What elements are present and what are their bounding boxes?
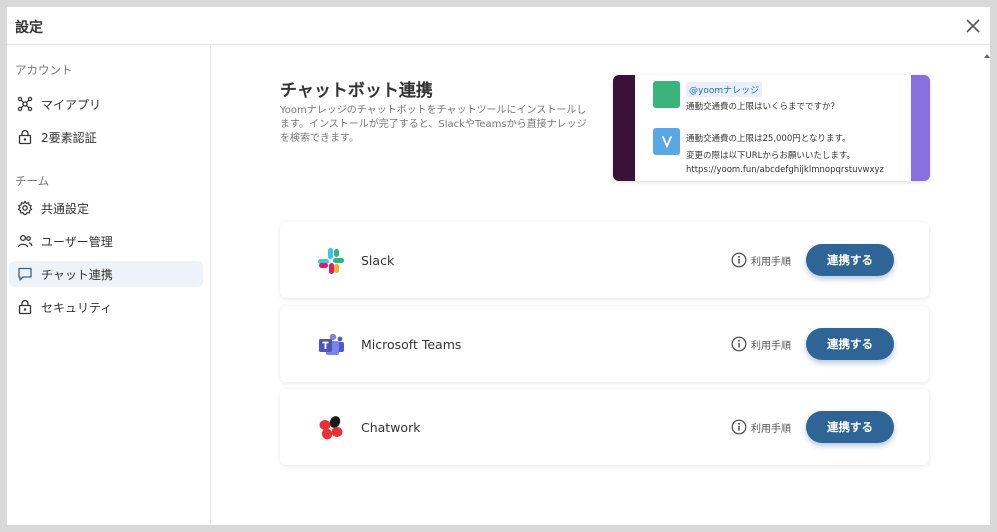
sidebar-item-security[interactable]: セキュリティ	[9, 294, 203, 320]
sidebar-item-2fa[interactable]: 2要素認証	[9, 124, 203, 150]
help-link-label: 利用手順	[751, 423, 791, 435]
integration-card-teams: Microsoft Teams 利用手順 連携する	[280, 306, 929, 382]
sidebar-item-chat-integration[interactable]: チャット連携	[9, 261, 203, 287]
sidebar-item-my-apps[interactable]: マイアプリ	[9, 91, 203, 117]
connect-button-chatwork[interactable]: 連携する	[806, 411, 894, 443]
preview-answer-url: https://yoom.fun/abcdefghijklmnopqrstuvw…	[686, 165, 885, 175]
microsoft-teams-logo-icon	[319, 333, 344, 355]
preview-teams-sidebar	[911, 75, 930, 181]
sidebar-item-label: ユーザー管理	[41, 234, 113, 249]
preview-mention: @yoomナレッジ	[686, 82, 763, 97]
sidebar-item-label: チャット連携	[41, 267, 113, 282]
scroll-up-arrow-icon[interactable]	[984, 54, 990, 58]
page-description: Yoomナレッジのチャットボットをチャットツールにインストールします。インストー…	[280, 105, 587, 144]
main-content: チャットボット連携 Yoomナレッジのチャットボットをチャットツールにインストー…	[212, 46, 990, 525]
section-label-account: アカウント	[15, 63, 73, 77]
sidebar-item-common-settings[interactable]: 共通設定	[9, 195, 203, 221]
help-link-label: 利用手順	[751, 256, 791, 268]
users-icon	[17, 234, 33, 248]
preview-question: 通勤交通費の上限はいくらまでですか？	[686, 102, 840, 112]
close-icon[interactable]	[962, 15, 984, 37]
sidebar-item-user-management[interactable]: ユーザー管理	[9, 228, 203, 254]
sidebar: アカウント マイアプリ 2要素認証 チーム 共通設定 ユーザー管理 チャット連携…	[7, 46, 211, 525]
chatwork-logo-icon	[319, 416, 343, 440]
lock-icon	[18, 129, 32, 145]
sidebar-item-label: 2要素認証	[41, 130, 97, 145]
title-bar: 設定	[7, 7, 990, 45]
slack-logo-icon	[318, 248, 344, 274]
sidebar-item-label: 共通設定	[41, 201, 90, 216]
chatbot-preview-image: @yoomナレッジ 通勤交通費の上限はいくらまでですか？ 通勤交通費の上限は25…	[613, 75, 930, 181]
info-icon	[731, 419, 747, 435]
help-link[interactable]: 利用手順	[731, 252, 791, 268]
integration-card-slack: Slack 利用手順 連携する	[280, 222, 929, 298]
user-avatar	[653, 81, 680, 108]
sidebar-item-label: マイアプリ	[41, 97, 102, 112]
info-icon	[731, 252, 747, 268]
section-label-team: チーム	[15, 174, 50, 188]
chat-bubble-icon	[18, 267, 32, 281]
preview-answer-line2: 変更の際は以下URLからお願いいたします。	[686, 151, 856, 161]
app-network-icon	[17, 96, 33, 112]
preview-answer-line1: 通勤交通費の上限は25,000円となります。	[686, 134, 851, 144]
info-icon	[731, 336, 747, 352]
integration-name: Slack	[361, 253, 395, 268]
integration-name: Microsoft Teams	[361, 337, 462, 352]
bot-avatar	[653, 128, 680, 155]
window-title: 設定	[15, 20, 43, 36]
help-link[interactable]: 利用手順	[731, 336, 791, 352]
gear-icon	[17, 200, 33, 216]
integration-card-chatwork: Chatwork 利用手順 連携する	[280, 389, 929, 465]
help-link[interactable]: 利用手順	[731, 419, 791, 435]
integration-name: Chatwork	[361, 420, 421, 435]
page-title: チャットボット連携	[280, 81, 433, 101]
settings-window: 設定 アカウント マイアプリ 2要素認証 チーム 共通設定 ユーザー管理 チャッ…	[7, 7, 990, 525]
connect-button-slack[interactable]: 連携する	[806, 244, 894, 276]
lock-icon	[18, 299, 32, 315]
yoom-logo-icon	[661, 135, 672, 148]
sidebar-item-label: セキュリティ	[41, 300, 113, 315]
preview-slack-sidebar	[613, 75, 635, 181]
help-link-label: 利用手順	[751, 340, 791, 352]
connect-button-teams[interactable]: 連携する	[806, 328, 894, 360]
